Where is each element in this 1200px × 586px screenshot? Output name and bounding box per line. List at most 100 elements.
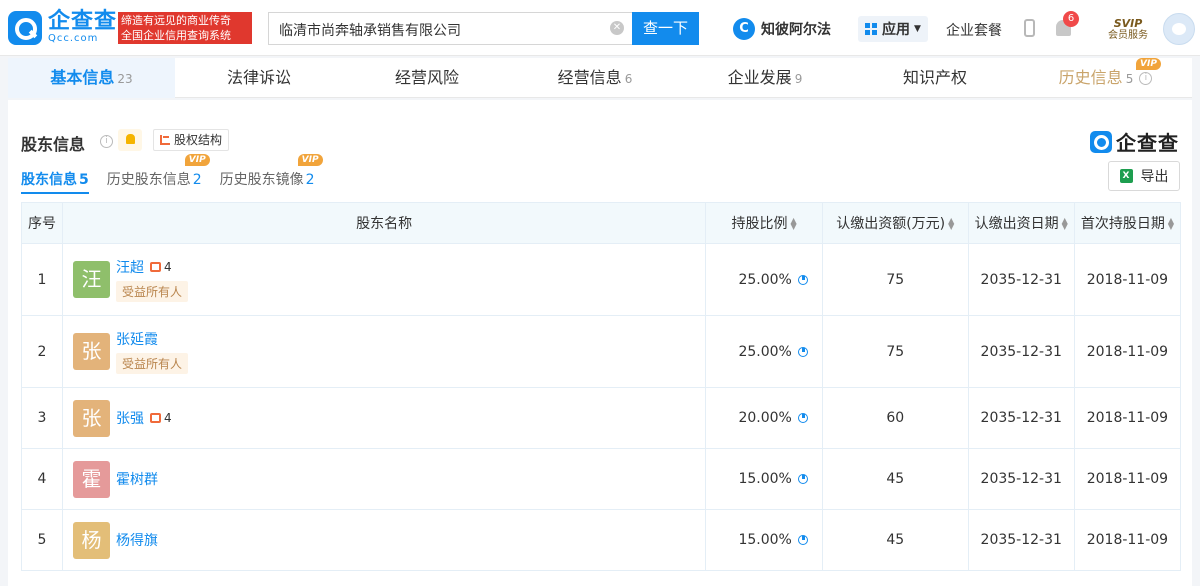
subscribed-capital: 75: [821, 315, 969, 388]
subtab-history-shareholders[interactable]: 历史股东信息 2 VIP: [107, 154, 210, 194]
grid-icon: [865, 23, 878, 35]
table-row: 2 张张延霞 受益所有人 25.00% 75 2035-12-31 2018-11-09: [21, 315, 1182, 388]
user-avatar[interactable]: [1163, 13, 1195, 45]
shareholder-name-link[interactable]: 杨得旗: [116, 530, 158, 550]
apps-menu-button[interactable]: 应用 ▼: [858, 16, 928, 42]
export-button[interactable]: X 导出: [1108, 161, 1180, 191]
enterprise-suite-link[interactable]: 企业套餐: [946, 20, 1002, 40]
subscribed-capital: 45: [821, 448, 969, 510]
relation-icon: [150, 262, 161, 272]
shareholder-name-link[interactable]: 霍树群: [116, 469, 158, 489]
tab-history[interactable]: 历史信息 5 i VIP: [1019, 58, 1192, 98]
slogan-banner: 缔造有远见的商业传奇 全国企业信用查询系统: [118, 12, 252, 44]
notification-badge: 6: [1063, 11, 1079, 27]
shareholder-avatar[interactable]: 杨: [73, 521, 110, 559]
shareholder-avatar[interactable]: 张: [73, 333, 110, 370]
pie-chart-icon[interactable]: [797, 346, 808, 357]
holding-ratio: 15.00%: [705, 448, 823, 510]
subscribed-date: 2035-12-31: [967, 387, 1075, 449]
pie-chart-icon[interactable]: [797, 474, 808, 484]
first-holding-date: 2018-11-09: [1073, 387, 1182, 449]
col-ratio[interactable]: 持股比例 ▲ ▼: [705, 202, 823, 244]
vip-badge: VIP: [1136, 58, 1161, 70]
shareholder-avatar[interactable]: 汪: [73, 261, 110, 298]
subscribed-capital: 60: [821, 387, 969, 449]
search-input[interactable]: 临清市尚奔轴承销售有限公司: [268, 12, 634, 45]
shareholder-name-link[interactable]: 张强: [116, 408, 144, 428]
sort-icon: ▲ ▼: [1167, 216, 1174, 231]
info-icon[interactable]: i: [1139, 72, 1153, 85]
table-row: 3 张张强 4 20.00% 60 2035-12-31 2018-11-09: [21, 387, 1182, 449]
row-index: 3: [21, 387, 63, 449]
shareholder-name-link[interactable]: 张延霞: [116, 329, 158, 349]
row-index: 1: [21, 243, 63, 316]
zhibi-logo-icon: C: [733, 18, 755, 40]
beneficial-owner-tag: 受益所有人: [116, 353, 189, 374]
shareholder-avatar[interactable]: 霍: [73, 460, 110, 498]
subscribed-date: 2035-12-31: [967, 448, 1075, 510]
structure-icon: [160, 135, 170, 145]
col-index: 序号: [21, 202, 63, 244]
tab-operating-risk[interactable]: 经营风险: [343, 58, 511, 98]
slogan-line-2: 全国企业信用查询系统: [121, 29, 231, 42]
relation-link[interactable]: 4: [150, 411, 172, 425]
sort-icon: ▲ ▼: [790, 216, 797, 231]
table-row: 5 杨杨得旗 15.00% 45 2035-12-31 2018-11-09: [21, 509, 1182, 571]
logo[interactable]: 企查查 Qcc.com: [8, 11, 117, 45]
mobile-icon[interactable]: [1024, 19, 1035, 37]
col-capital[interactable]: 认缴出资额(万元) ▲ ▼: [821, 202, 969, 244]
shareholder-avatar[interactable]: 张: [73, 399, 110, 437]
row-index: 5: [21, 509, 63, 571]
info-icon[interactable]: i: [100, 135, 113, 148]
subscribed-date: 2035-12-31: [967, 315, 1075, 388]
holding-ratio: 15.00%: [705, 509, 823, 571]
zhibi-alpha-link[interactable]: C 知彼阿尔法: [733, 16, 831, 42]
holding-ratio: 25.00%: [705, 243, 823, 316]
svip-label: SVIP: [1113, 16, 1143, 30]
apps-label: 应用: [882, 22, 911, 38]
brand-icon: [1090, 130, 1112, 153]
tab-development[interactable]: 企业发展 9: [679, 58, 851, 98]
excel-icon: X: [1119, 169, 1133, 183]
tab-legal[interactable]: 法律诉讼: [175, 58, 343, 98]
logo-icon: [8, 11, 42, 45]
clear-icon[interactable]: ✕: [610, 21, 624, 35]
first-holding-date: 2018-11-09: [1073, 243, 1182, 316]
table-header-row: 序号 股东名称 持股比例 ▲ ▼ 认缴出资额(万元) ▲ ▼ 认缴出资日期 ▲ ▼ 首次持股…: [21, 202, 1182, 244]
svip-member-button[interactable]: SVIP 会员服务: [1101, 14, 1155, 44]
subscribed-date: 2035-12-31: [967, 509, 1075, 571]
vip-badge: VIP: [184, 154, 210, 166]
pie-chart-icon[interactable]: [797, 413, 808, 423]
equity-structure-button[interactable]: 股权结构: [153, 129, 230, 151]
col-first-date[interactable]: 首次持股日期 ▲ ▼: [1073, 202, 1182, 244]
pie-chart-icon[interactable]: [797, 274, 808, 285]
shareholder-name-cell: 张张强 4: [61, 387, 707, 449]
subscribed-capital: 45: [821, 509, 969, 571]
shareholder-name-link[interactable]: 汪超: [116, 257, 144, 277]
zhibi-label: 知彼阿尔法: [761, 22, 831, 38]
relation-link[interactable]: 4: [150, 260, 172, 274]
col-date[interactable]: 认缴出资日期 ▲ ▼: [967, 202, 1075, 244]
tab-ip[interactable]: 知识产权: [851, 58, 1019, 98]
sort-icon: ▲ ▼: [1061, 216, 1068, 231]
slogan-line-1: 缔造有远见的商业传奇: [121, 14, 231, 27]
subscribed-capital: 75: [821, 243, 969, 316]
pie-chart-icon[interactable]: [797, 535, 808, 545]
subtab-history-mirror[interactable]: 历史股东镜像 2 VIP: [220, 154, 323, 194]
tab-operating-info[interactable]: 经营信息 6: [511, 58, 679, 98]
first-holding-date: 2018-11-09: [1073, 448, 1182, 510]
table-row: 4 霍霍树群 15.00% 45 2035-12-31 2018-11-09: [21, 448, 1182, 510]
shareholder-name-cell: 张张延霞受益所有人: [61, 315, 707, 388]
subscribed-date: 2035-12-31: [967, 243, 1075, 316]
member-service-label: 会员服务: [1108, 29, 1148, 41]
shareholder-name-cell: 汪汪超 4 受益所有人: [61, 243, 707, 316]
qcc-brand-logo: 企查查: [1090, 127, 1179, 156]
row-index: 4: [21, 448, 63, 510]
search-button[interactable]: 查一下: [632, 12, 699, 45]
monitor-bell-icon[interactable]: [118, 129, 142, 151]
tab-basic-info[interactable]: 基本信息 23: [8, 58, 175, 98]
sort-icon: ▲ ▼: [948, 216, 955, 231]
subtab-shareholders[interactable]: 股东信息 5: [21, 170, 89, 194]
shareholder-panel: 股东信息 i 股权结构 企查查 股东信息 5 历史股东信息 2 VIP 历史股东镜像…: [8, 100, 1192, 586]
beneficial-owner-tag: 受益所有人: [116, 281, 189, 302]
